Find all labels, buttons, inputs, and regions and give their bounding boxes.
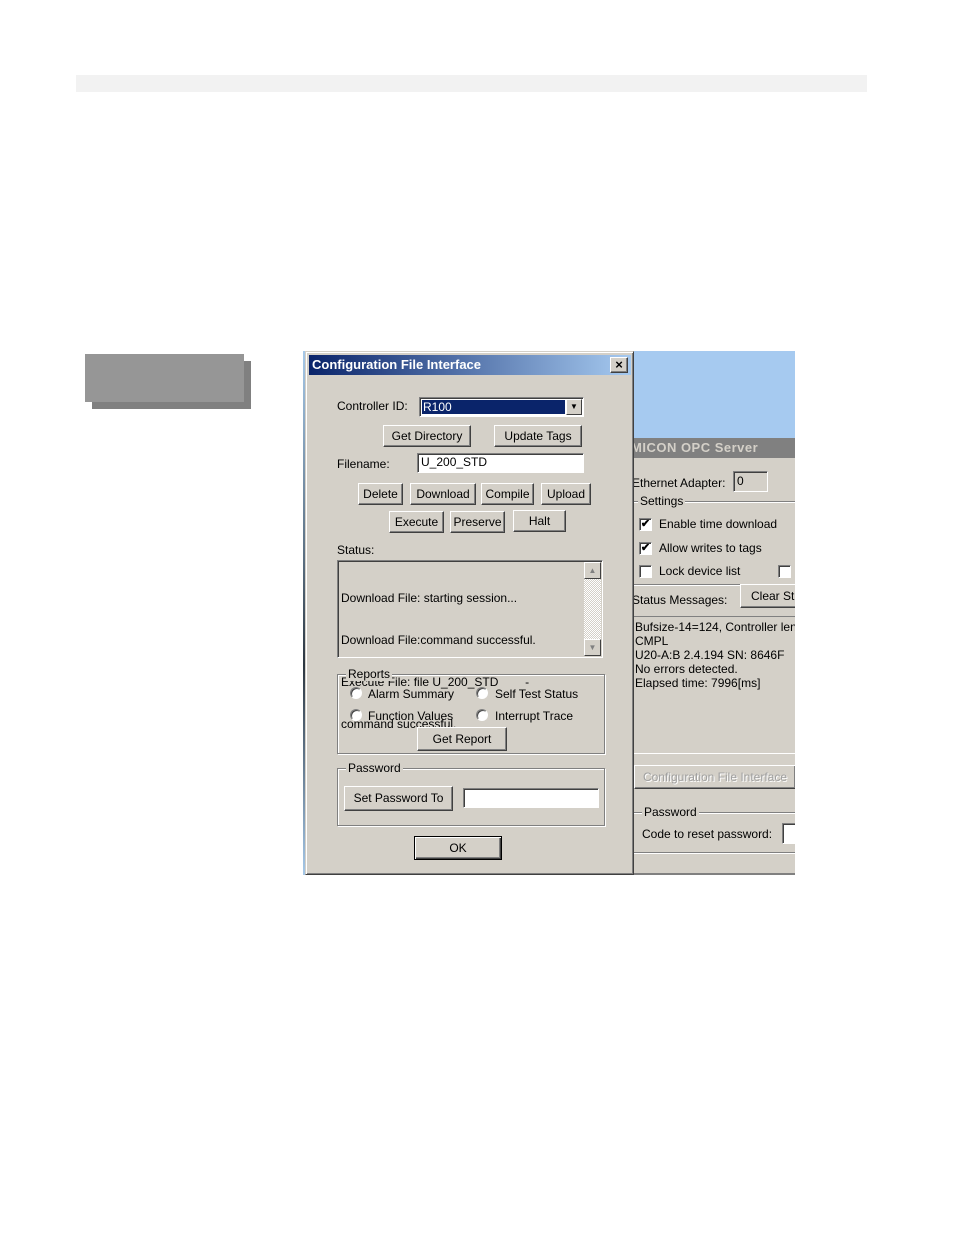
status-textbox[interactable]: Download File: starting session... Downl…	[337, 560, 603, 731]
check-icon: ✔	[640, 542, 651, 554]
password-input[interactable]	[463, 788, 599, 808]
opc-bottom-separator	[634, 852, 795, 854]
dialog-title: Configuration File Interface	[312, 357, 482, 372]
chevron-up-icon: ▲	[588, 566, 597, 575]
halt-button[interactable]: Halt	[513, 510, 566, 532]
allow-writes-label: Allow writes to tags	[659, 541, 762, 555]
page-header-bar	[76, 75, 867, 92]
alarm-summary-radio[interactable]	[350, 687, 362, 699]
update-tags-button[interactable]: Update Tags	[494, 425, 582, 447]
allow-writes-checkbox[interactable]: ✔	[639, 542, 652, 555]
opc-server-window: MICON OPC Server Ethernet Adapter: 0 Set…	[632, 438, 795, 875]
side-tab	[85, 354, 244, 402]
clear-status-button[interactable]: Clear St	[740, 584, 795, 608]
get-directory-button[interactable]: Get Directory	[383, 425, 471, 447]
ethernet-adapter-label: Ethernet Adapter:	[632, 476, 726, 490]
execute-button[interactable]: Execute	[389, 511, 444, 533]
dialog-title-bar: Configuration File Interface ×	[309, 355, 631, 375]
interrupt-trace-radio[interactable]	[476, 709, 488, 721]
filename-input[interactable]: U_200_STD	[417, 453, 584, 473]
settings-legend: Settings	[638, 494, 686, 508]
close-button[interactable]: ×	[610, 357, 628, 373]
log-line: No errors detected.	[635, 662, 738, 676]
status-label: Status:	[337, 543, 375, 557]
upload-button[interactable]: Upload	[541, 483, 591, 505]
delete-button[interactable]: Delete	[358, 483, 403, 505]
lock-device-list-label: Lock device list	[659, 564, 741, 578]
chevron-down-icon: ▼	[588, 643, 597, 652]
alarm-summary-label: Alarm Summary	[368, 687, 455, 701]
enable-time-download-label: Enable time download	[659, 517, 778, 531]
function-values-label: Function Values	[368, 709, 454, 723]
status-scrollbar[interactable]: ▲ ▼	[584, 562, 601, 656]
download-button[interactable]: Download	[410, 483, 476, 505]
compile-button[interactable]: Compile	[481, 483, 534, 505]
controller-id-value: R100	[421, 399, 566, 415]
check-icon: ✔	[640, 518, 651, 530]
close-icon: ×	[615, 357, 623, 372]
filename-label: Filename:	[337, 457, 390, 471]
status-messages-log: Bufsize-14=124, Controller len CMPL U20-…	[634, 616, 795, 754]
chevron-down-icon[interactable]: ▼	[566, 399, 582, 415]
ethernet-adapter-field[interactable]: 0	[733, 471, 768, 492]
log-line: Bufsize-14=124, Controller len	[635, 620, 795, 634]
status-messages-label: Status Messages:	[632, 593, 728, 607]
log-line: Elapsed time: 7996[ms]	[635, 676, 761, 690]
reports-legend: Reports	[346, 667, 393, 681]
scroll-up-button[interactable]: ▲	[584, 562, 601, 579]
lock-device-list-checkbox[interactable]	[639, 565, 652, 578]
password-legend: Password	[346, 761, 403, 775]
config-file-interface-button[interactable]: Configuration File Interface	[634, 765, 795, 789]
opc-password-legend: Password	[642, 805, 699, 819]
self-test-status-label: Self Test Status	[495, 687, 579, 701]
controller-id-dropdown[interactable]: R100 ▼	[419, 397, 584, 417]
reset-password-input[interactable]	[782, 823, 795, 844]
interrupt-trace-label: Interrupt Trace	[495, 709, 574, 723]
config-file-dialog: Configuration File Interface × Controlle…	[305, 351, 634, 875]
status-line: Download File:command successful.	[341, 633, 536, 647]
function-values-radio[interactable]	[350, 709, 362, 721]
screenshot-figure: MICON OPC Server Ethernet Adapter: 0 Set…	[303, 351, 795, 875]
set-password-button[interactable]: Set Password To	[344, 786, 453, 811]
self-test-status-radio[interactable]	[476, 687, 488, 699]
controller-id-label: Controller ID:	[337, 399, 408, 413]
ok-button[interactable]: OK	[414, 836, 502, 860]
opc-window-title: MICON OPC Server	[634, 438, 795, 458]
log-line: CMPL	[635, 634, 669, 648]
scroll-down-button[interactable]: ▼	[584, 639, 601, 656]
opc-bottom-border	[634, 873, 795, 875]
log-line: U20-A:B 2.4.194 SN: 8646F	[635, 648, 785, 662]
status-line: Download File: starting session...	[341, 591, 518, 605]
extra-checkbox[interactable]	[778, 565, 791, 578]
desktop-area	[634, 351, 795, 438]
preserve-button[interactable]: Preserve	[450, 511, 505, 533]
reset-password-label: Code to reset password:	[642, 827, 773, 841]
enable-time-download-checkbox[interactable]: ✔	[639, 518, 652, 531]
get-report-button[interactable]: Get Report	[417, 727, 507, 751]
